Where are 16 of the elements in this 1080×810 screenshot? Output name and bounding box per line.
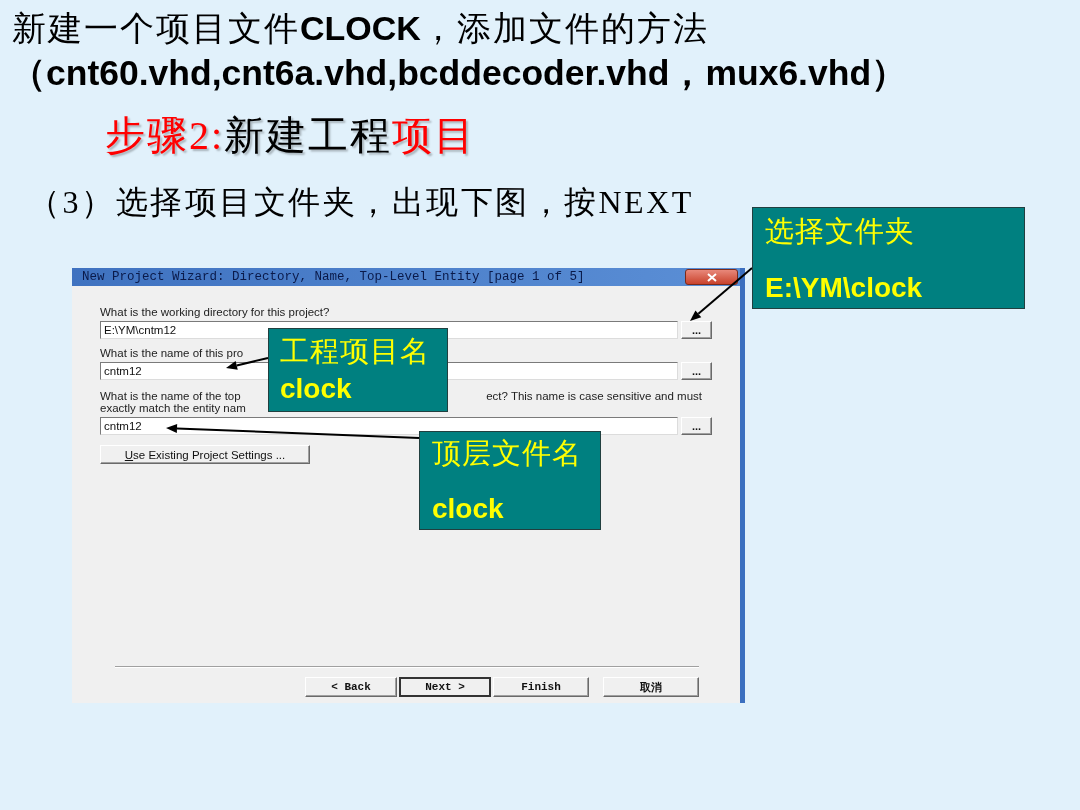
field-label: What is the name of this pro [100,347,244,359]
field-label: ect? This name is case sensitive and must [486,390,702,402]
slide-title: 新建一个项目文件CLOCK，添加文件的方法 [12,8,709,49]
callout-title: 工程项目名 [280,336,430,366]
step-heading: 步骤2:新建工程项目 [105,112,477,160]
callout-title: 选择文件夹 [765,216,915,246]
window-title: New Project Wizard: Directory, Name, Top-Level Entity [page 1 of 5] [82,270,585,284]
file-list-text: （cnt60.vhd,cnt6a.vhd,bcddecoder.vhd，mux6.vhd） [10,53,908,93]
field-label: exactly match the entity nam [100,402,246,414]
callout-value: clock [280,374,352,404]
field-label: What is the name of the top [100,390,241,402]
callout-value: E:\YM\clock [765,273,923,303]
instruction-text: （3）选择项目文件夹，出现下图，按NEXT [28,183,694,222]
field-label: What is the working directory for this project? [100,306,330,318]
callout-value: clock [432,494,504,524]
callout-title: 顶层文件名 [432,438,582,468]
